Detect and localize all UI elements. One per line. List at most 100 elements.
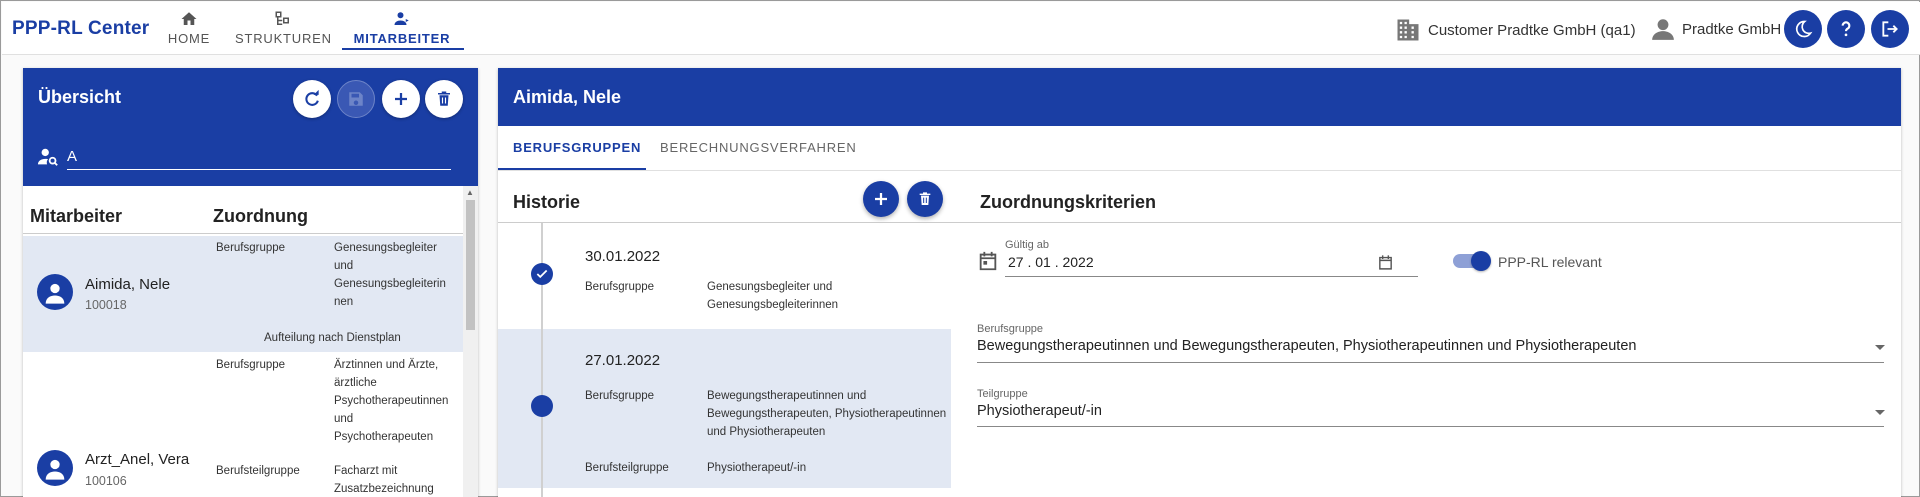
assignment-type: Berufsgruppe bbox=[216, 359, 286, 371]
employee-list-scrollbar[interactable]: ▲ bbox=[463, 186, 478, 497]
history-date: 30.01.2022 bbox=[585, 248, 661, 265]
history-type: Berufsgruppe bbox=[585, 390, 655, 402]
assignment-type: Berufsgruppe bbox=[216, 242, 286, 254]
overview-panel: Übersicht Mitarbeiter Zuordnung bbox=[23, 68, 478, 497]
delete-employee-button[interactable] bbox=[425, 80, 463, 118]
employee-name: Aimida, Nele bbox=[85, 276, 171, 293]
save-icon bbox=[349, 92, 363, 106]
col-assignment: Zuordnung bbox=[213, 206, 308, 226]
nav-active-indicator bbox=[342, 48, 464, 50]
top-bar: PPP-RL Center HOME STRUKTUREN MITARBEITE… bbox=[2, 2, 1920, 55]
nav-mitarbeiter-label: MITARBEITER bbox=[353, 31, 451, 46]
date-picker-icon[interactable] bbox=[1377, 254, 1394, 271]
nav-home-label: HOME bbox=[167, 31, 211, 46]
avatar bbox=[37, 450, 73, 486]
history-entry[interactable]: 30.01.2022 Berufsgruppe Genesungsbegleit… bbox=[498, 223, 951, 329]
nav-strukturen-label: STRUKTUREN bbox=[235, 31, 332, 46]
tab-berufsgruppen[interactable]: BERUFSGRUPPEN bbox=[513, 140, 641, 155]
avatar bbox=[37, 274, 73, 310]
detail-panel: Aimida, Nele BERUFSGRUPPEN BERECHNUNGSVE… bbox=[498, 68, 1901, 497]
plus-icon bbox=[395, 93, 407, 105]
nav-home[interactable]: HOME bbox=[160, 10, 218, 50]
check-icon bbox=[536, 269, 548, 279]
customer-selector[interactable]: Customer Pradtke GmbH (qa1) bbox=[1394, 16, 1636, 44]
employee-search-input[interactable] bbox=[67, 144, 451, 170]
history-entry[interactable]: 27.01.2022 Berufsgruppe Bewegungstherape… bbox=[498, 329, 951, 488]
save-button[interactable] bbox=[337, 80, 375, 118]
history-value: Bewegungstherapeutinnen und Bewegungsthe… bbox=[707, 390, 947, 438]
detail-header: Aimida, Nele bbox=[498, 68, 1901, 126]
valid-from-label: Gültig ab bbox=[1005, 239, 1050, 251]
theme-toggle-icon bbox=[1796, 20, 1813, 38]
app-frame: PPP-RL Center HOME STRUKTUREN MITARBEITE… bbox=[0, 0, 1920, 497]
plus-icon bbox=[875, 193, 887, 205]
calendar-icon bbox=[979, 251, 997, 271]
help-icon bbox=[1841, 21, 1851, 37]
tabs-divider bbox=[498, 170, 1901, 171]
history-checked-marker[interactable] bbox=[531, 263, 553, 285]
employee-id: 100106 bbox=[85, 474, 127, 488]
delete-history-button[interactable] bbox=[907, 181, 943, 217]
theme-toggle-button[interactable] bbox=[1784, 10, 1822, 48]
subgroup-underline bbox=[977, 426, 1884, 427]
employee-id: 100018 bbox=[85, 298, 127, 312]
person-search-icon bbox=[37, 148, 58, 166]
scroll-up-icon[interactable]: ▲ bbox=[466, 188, 474, 197]
overview-title: Übersicht bbox=[38, 87, 122, 107]
chevron-down-icon[interactable] bbox=[1875, 345, 1885, 350]
ppp-relevant-label: PPP-RL relevant bbox=[1498, 254, 1602, 270]
valid-from-underline bbox=[1005, 276, 1418, 277]
list-header: Mitarbeiter Zuordnung bbox=[23, 202, 463, 234]
user-menu[interactable]: Pradtke GmbH bbox=[1650, 16, 1781, 42]
structure-icon bbox=[275, 11, 289, 25]
tab-berechnungsverfahren[interactable]: BERECHNUNGSVERFAHREN bbox=[660, 140, 857, 155]
add-employee-button[interactable] bbox=[382, 80, 420, 118]
criteria-title: Zuordnungskriterien bbox=[980, 192, 1157, 212]
building-icon bbox=[1397, 19, 1419, 41]
nav-strukturen[interactable]: STRUKTUREN bbox=[235, 10, 331, 50]
assignment-value: Facharzt mit Zusatzbezeichnung bbox=[334, 465, 434, 495]
group-label: Berufsgruppe bbox=[977, 323, 1044, 335]
history-date: 27.01.2022 bbox=[585, 352, 661, 369]
chevron-down-icon[interactable] bbox=[1875, 410, 1885, 415]
employee-name: Arzt_Anel, Vera bbox=[85, 451, 190, 468]
nav-mitarbeiter[interactable]: MITARBEITER bbox=[346, 10, 458, 50]
assignment-value: Genesungsbegleiter und Genesungsbegleite… bbox=[334, 242, 446, 308]
subgroup-select[interactable]: Physiotherapeut/-in bbox=[977, 403, 1102, 419]
refresh-button[interactable] bbox=[293, 80, 331, 118]
group-underline bbox=[977, 362, 1884, 363]
trash-icon bbox=[438, 91, 450, 106]
person-icon bbox=[45, 283, 65, 304]
history-marker[interactable] bbox=[531, 395, 553, 417]
group-select[interactable]: Bewegungstherapeutinnen und Bewegungsthe… bbox=[977, 338, 1636, 354]
toggle-knob bbox=[1471, 251, 1491, 271]
person-icon bbox=[45, 459, 65, 480]
logout-icon bbox=[1882, 21, 1898, 37]
ppp-relevant-toggle[interactable] bbox=[1453, 251, 1491, 271]
brand-title: PPP-RL Center bbox=[12, 18, 150, 39]
history-type: Berufsgruppe bbox=[585, 281, 655, 293]
subgroup-label: Teilgruppe bbox=[977, 388, 1028, 400]
history-value: Physiotherapeut/-in bbox=[707, 462, 807, 474]
employee-row[interactable]: Aimida, Nele 100018 Berufsgruppe Genesun… bbox=[23, 236, 463, 352]
overview-header: Übersicht bbox=[23, 68, 478, 186]
history-type: Berufsteilgruppe bbox=[585, 462, 669, 474]
person-manage-icon bbox=[394, 12, 409, 25]
user-icon bbox=[1652, 19, 1674, 40]
employee-row[interactable]: Arzt_Anel, Vera 100106 Berufsgruppe Ärzt… bbox=[23, 354, 463, 497]
history-value: Genesungsbegleiter und Genesungsbegleite… bbox=[707, 281, 839, 311]
assignment-type: Berufsteilgruppe bbox=[216, 465, 300, 477]
scroll-thumb[interactable] bbox=[466, 200, 475, 330]
criteria-divider bbox=[957, 222, 1901, 223]
home-icon bbox=[181, 12, 197, 25]
add-history-button[interactable] bbox=[863, 181, 899, 217]
trash-icon bbox=[919, 192, 931, 205]
assignment-value: Ärztinnen und Ärzte, ärztliche Psychothe… bbox=[334, 359, 449, 443]
help-button[interactable] bbox=[1827, 10, 1865, 48]
detail-title: Aimida, Nele bbox=[513, 87, 622, 107]
logout-button[interactable] bbox=[1871, 10, 1909, 48]
valid-from-input[interactable]: 27 . 01 . 2022 bbox=[1008, 254, 1094, 270]
search-row bbox=[37, 142, 457, 174]
history-title: Historie bbox=[513, 192, 581, 212]
refresh-icon bbox=[305, 89, 319, 106]
